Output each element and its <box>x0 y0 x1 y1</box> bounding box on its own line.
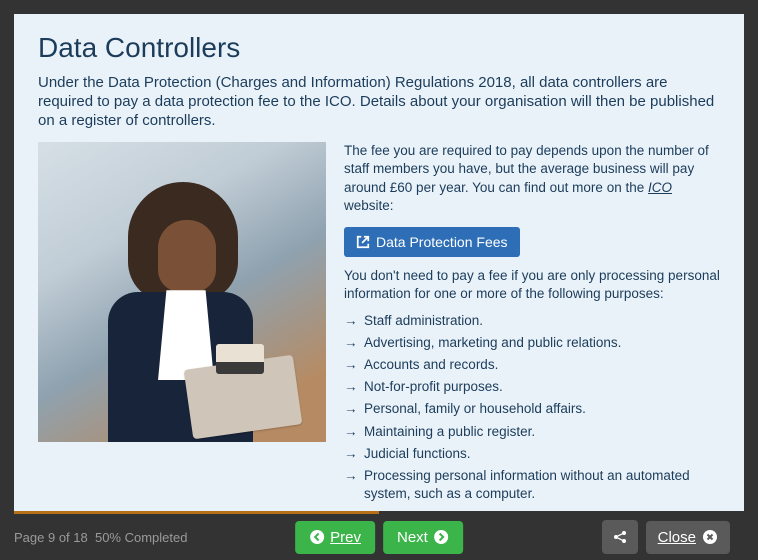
list-item: Processing personal information without … <box>344 467 720 503</box>
chevron-left-circle-icon <box>309 529 325 545</box>
external-link-icon <box>356 235 370 249</box>
list-item: Personal, family or household affairs. <box>344 400 720 418</box>
list-item: Maintaining a public register. <box>344 423 720 441</box>
ico-link[interactable]: ICO <box>648 180 672 195</box>
fee-button-label: Data Protection Fees <box>376 234 508 250</box>
list-item: Not-for-profit purposes. <box>344 378 720 396</box>
prev-label: Prev <box>330 529 361 546</box>
fee-intro: The fee you are required to pay depends … <box>344 142 720 215</box>
next-button[interactable]: Next <box>383 521 463 554</box>
close-label: Close <box>658 529 696 546</box>
list-item: Judicial functions. <box>344 445 720 463</box>
page-status: Page 9 of 18 50% Completed <box>14 530 187 545</box>
share-icon <box>612 529 628 545</box>
list-item: Advertising, marketing and public relati… <box>344 334 720 352</box>
list-item: Staff administration. <box>344 312 720 330</box>
page-title: Data Controllers <box>38 32 720 64</box>
data-protection-fees-button[interactable]: Data Protection Fees <box>344 227 520 257</box>
list-item: Accounts and records. <box>344 356 720 374</box>
exempt-intro: You don't need to pay a fee if you are o… <box>344 267 720 303</box>
settings-button[interactable] <box>602 520 638 554</box>
next-label: Next <box>397 529 428 546</box>
illustration-photo <box>38 142 326 442</box>
close-button[interactable]: Close <box>646 521 730 554</box>
close-circle-icon <box>702 529 718 545</box>
prev-button[interactable]: Prev <box>295 521 375 554</box>
chevron-right-circle-icon <box>433 529 449 545</box>
lead-paragraph: Under the Data Protection (Charges and I… <box>38 74 720 130</box>
exemption-list: Staff administration. Advertising, marke… <box>344 312 720 514</box>
